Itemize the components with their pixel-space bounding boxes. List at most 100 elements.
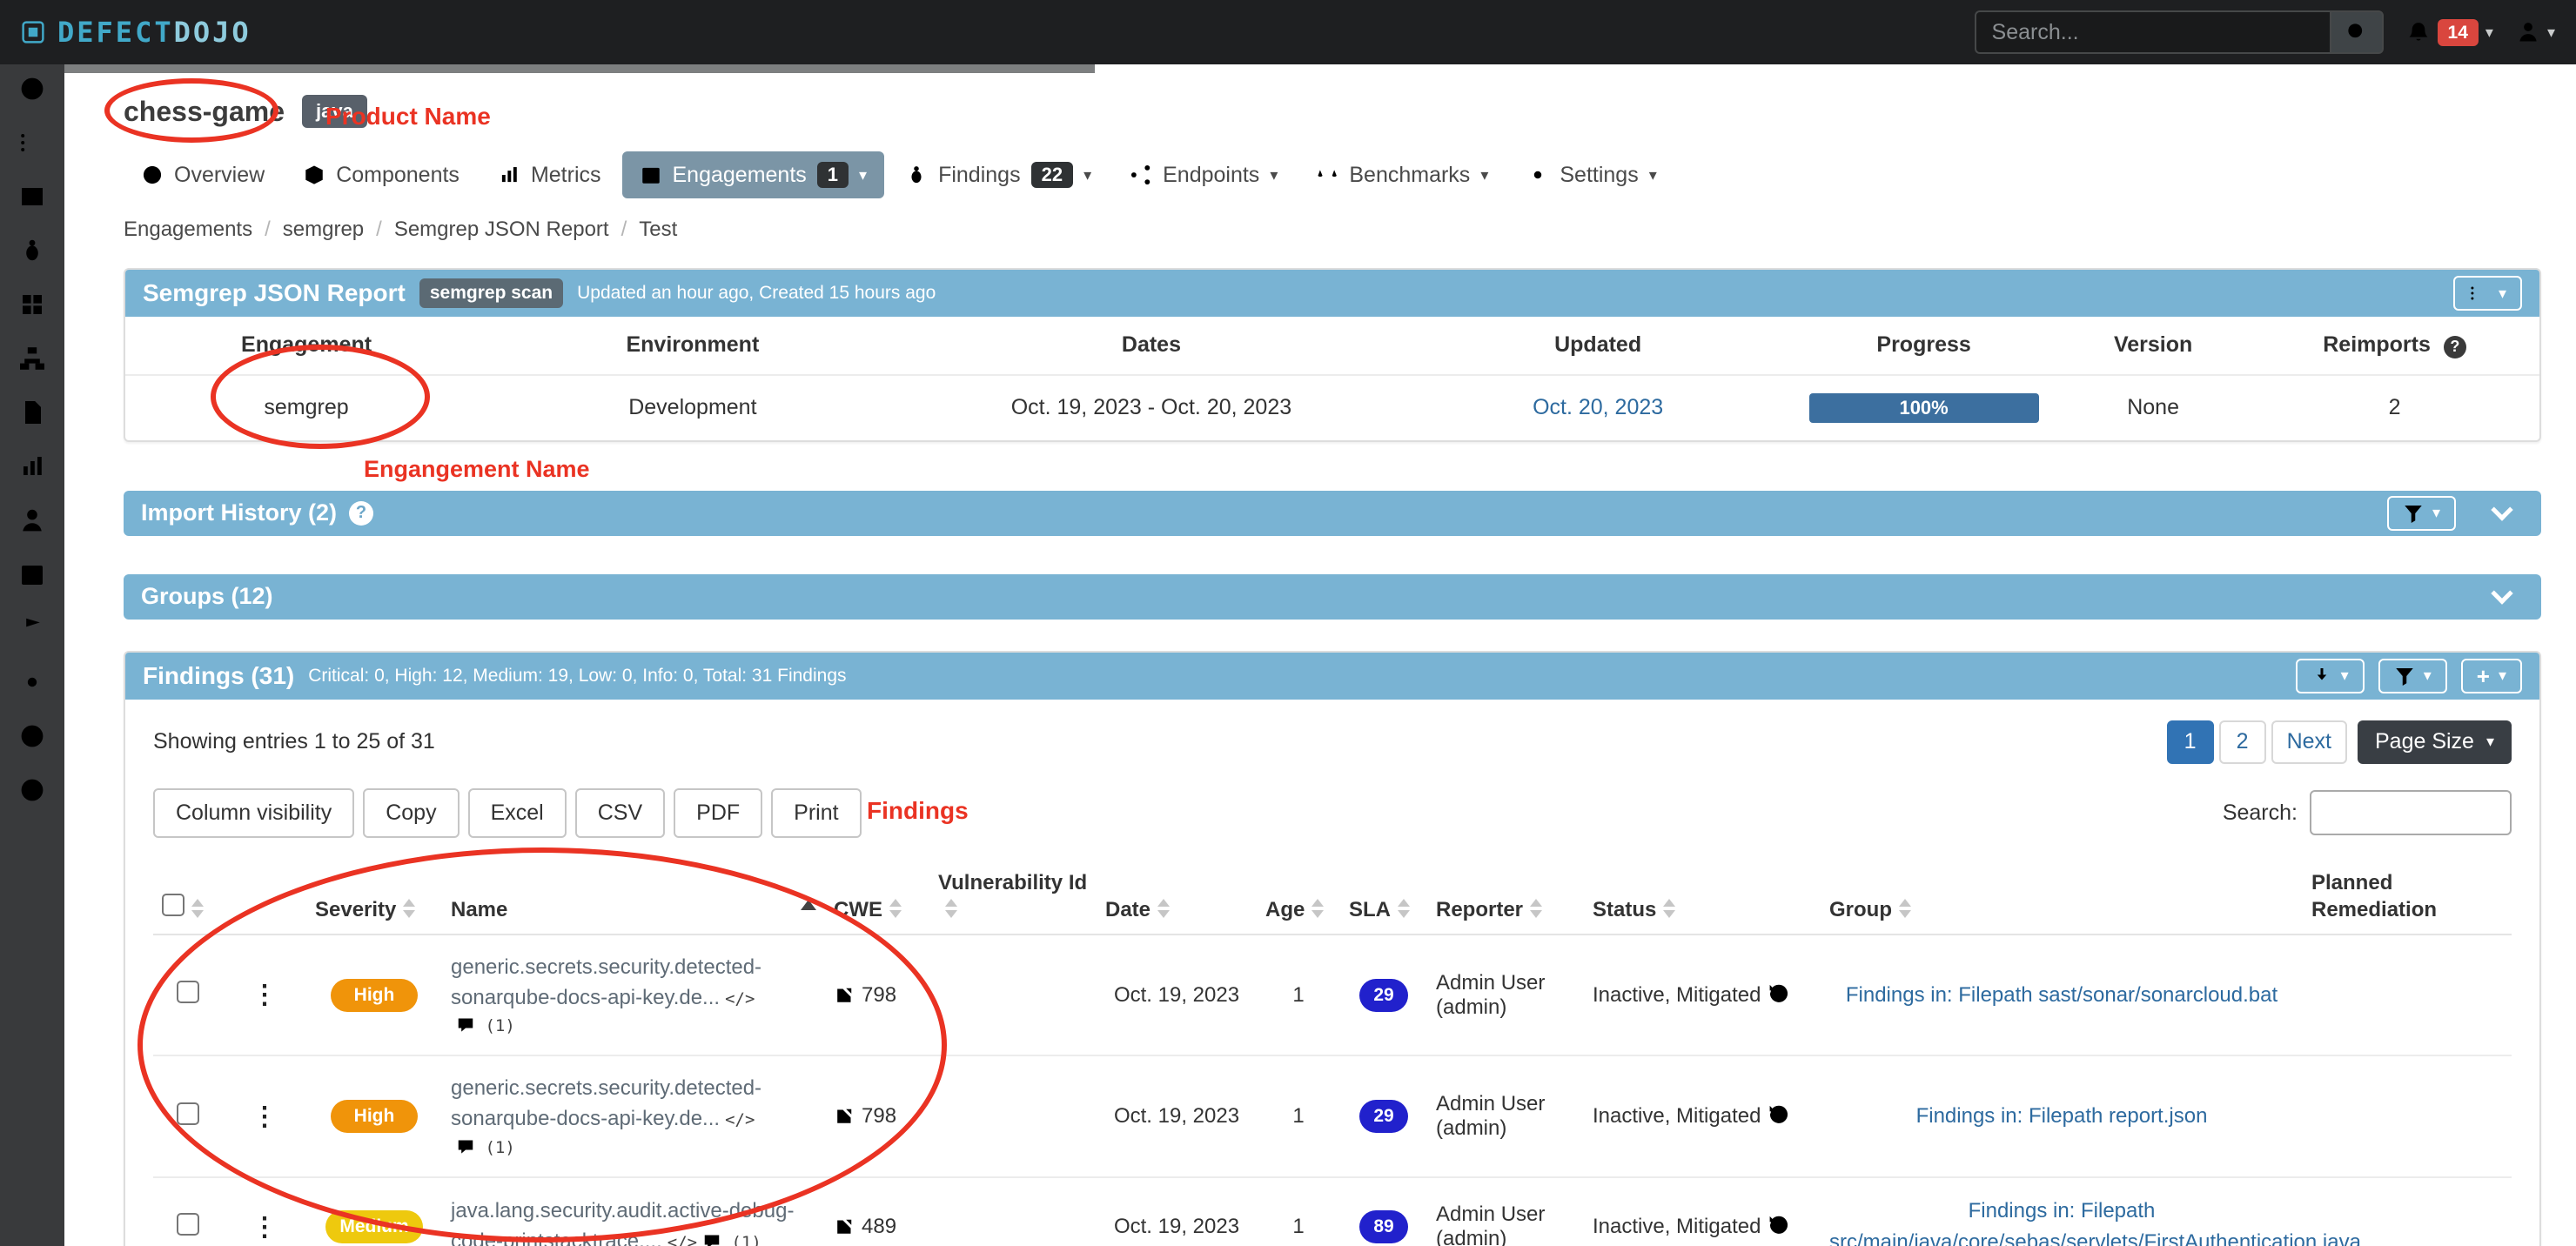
finding-name-link[interactable]: generic.secrets.security.detected-sonarq… <box>451 1076 761 1130</box>
findings-filter-button[interactable]: ▾ <box>2378 659 2447 693</box>
group-link[interactable]: Findings in: Filepath report.json <box>1829 1101 2294 1132</box>
findings-download-button[interactable]: ▾ <box>2296 659 2365 693</box>
tab-components[interactable]: Components <box>285 152 477 198</box>
cwe-link[interactable]: 798 <box>834 983 921 1008</box>
scan-type-badge[interactable]: semgrep scan <box>419 278 563 308</box>
updated-link[interactable]: Oct. 20, 2023 <box>1533 395 1663 419</box>
breadcrumb-semgrep[interactable]: semgrep <box>283 218 364 242</box>
tab-findings[interactable]: Findings22▾ <box>888 151 1109 198</box>
sidebar-item-dashboard[interactable] <box>17 73 48 104</box>
findings-icon <box>905 164 928 186</box>
panel-menu-button[interactable]: ▾ <box>2453 276 2522 311</box>
col-severity[interactable]: Severity <box>306 859 442 934</box>
chevron-down-icon[interactable] <box>2491 582 2512 604</box>
sidebar-item-metrics[interactable] <box>17 451 48 482</box>
row-checkbox[interactable] <box>177 1213 199 1236</box>
notification-count-badge: 14 <box>2438 19 2479 46</box>
product-tag-badge[interactable]: java <box>302 95 367 128</box>
row-actions-menu[interactable]: ⋮ <box>252 1102 278 1131</box>
sidebar-item-calendar[interactable] <box>17 559 48 590</box>
import-history-help-icon[interactable]: ? <box>349 501 373 526</box>
sidebar-item-endpoints[interactable] <box>17 343 48 374</box>
findings-add-button[interactable]: + ▾ <box>2461 659 2522 693</box>
sidebar-item-products[interactable] <box>17 127 48 158</box>
sidebar-item-benchmarks[interactable] <box>17 613 48 644</box>
copy-button[interactable]: Copy <box>363 788 459 838</box>
sidebar-item-logout[interactable] <box>17 774 48 806</box>
tab-benchmarks[interactable]: Benchmarks▾ <box>1298 152 1506 198</box>
row-actions-menu[interactable]: ⋮ <box>252 981 278 1009</box>
page-2-button[interactable]: 2 <box>2219 720 2266 764</box>
row-checkbox[interactable] <box>177 1102 199 1125</box>
sidebar-item-support[interactable] <box>17 720 48 752</box>
dates-cell: Oct. 19, 2023 - Oct. 20, 2023 <box>898 375 1405 440</box>
history-icon <box>1768 1104 1790 1128</box>
notifications-menu[interactable]: 14 ▾ <box>2406 19 2493 46</box>
user-menu[interactable]: ▾ <box>2516 20 2555 44</box>
breadcrumb-report[interactable]: Semgrep JSON Report <box>394 218 609 242</box>
finding-row: ⋮ High generic.secrets.security.detected… <box>153 1055 2512 1177</box>
tab-metrics[interactable]: Metrics <box>480 152 619 198</box>
planned-remediation-cell <box>2303 1055 2512 1177</box>
print-button[interactable]: Print <box>771 788 861 838</box>
col-age[interactable]: Age <box>1257 859 1340 934</box>
table-search-input[interactable] <box>2310 790 2512 835</box>
sidebar-item-configuration[interactable] <box>17 667 48 698</box>
col-planned-remediation[interactable]: Planned Remediation <box>2303 859 2512 934</box>
gear-icon <box>18 668 46 696</box>
global-search <box>1975 10 2384 54</box>
reimports-help-icon[interactable]: ? <box>2444 336 2466 358</box>
col-sla[interactable]: SLA <box>1340 859 1427 934</box>
col-cwe[interactable]: CWE <box>825 859 929 934</box>
breadcrumb-test[interactable]: Test <box>639 218 677 242</box>
row-actions-menu[interactable]: ⋮ <box>252 1213 278 1242</box>
sidebar-item-components[interactable] <box>17 289 48 320</box>
global-search-input[interactable] <box>1975 10 2330 54</box>
col-vulnerability-id[interactable]: Vulnerability Id <box>929 859 1097 934</box>
page-1-button[interactable]: 1 <box>2167 720 2214 764</box>
excel-button[interactable]: Excel <box>468 788 567 838</box>
defectdojo-logo[interactable]: DEFECTDOJO <box>21 16 252 49</box>
group-link[interactable]: Findings in: Filepath sast/sonar/sonarcl… <box>1829 980 2294 1011</box>
chevron-down-icon: ▾ <box>2432 504 2440 522</box>
breadcrumb: Engagements/ semgrep/ Semgrep JSON Repor… <box>124 218 2541 242</box>
search-button[interactable] <box>2330 10 2384 54</box>
col-reporter[interactable]: Reporter <box>1427 859 1584 934</box>
col-date[interactable]: Date <box>1097 859 1257 934</box>
product-tabs: Overview Components Metrics Engagements1… <box>124 151 2541 198</box>
page-size-button[interactable]: Page Size▾ <box>2358 720 2512 764</box>
group-link[interactable]: Findings in: Filepath src/main/java/core… <box>1829 1196 2294 1246</box>
tab-endpoints[interactable]: Endpoints▾ <box>1112 152 1295 198</box>
main-content: chess-game java Overview Components Metr… <box>64 64 2576 1246</box>
row-checkbox[interactable] <box>177 981 199 1003</box>
tab-engagements[interactable]: Engagements1▾ <box>622 151 885 198</box>
select-all-checkbox[interactable] <box>162 894 184 916</box>
col-engagement: Engagement <box>125 317 487 375</box>
cwe-link[interactable]: 798 <box>834 1104 921 1129</box>
finding-name-link[interactable]: generic.secrets.security.detected-sonarq… <box>451 955 761 1009</box>
col-status[interactable]: Status <box>1584 859 1821 934</box>
engagement-name-cell[interactable]: semgrep <box>125 375 487 440</box>
csv-button[interactable]: CSV <box>575 788 665 838</box>
col-name[interactable]: Name <box>442 859 825 934</box>
sla-badge: 29 <box>1359 1100 1408 1133</box>
sidebar-item-users[interactable] <box>17 505 48 536</box>
date-cell: Oct. 19, 2023 <box>1097 1055 1257 1177</box>
import-history-filter-button[interactable]: ▾ <box>2387 496 2456 531</box>
sidebar-item-reports[interactable] <box>17 397 48 428</box>
tab-overview[interactable]: Overview <box>124 152 282 198</box>
inbox-icon <box>18 183 46 211</box>
sidebar-item-engagements[interactable] <box>17 181 48 212</box>
col-group[interactable]: Group <box>1821 859 2303 934</box>
next-page-button[interactable]: Next <box>2271 720 2347 764</box>
breadcrumb-engagements[interactable]: Engagements <box>124 218 252 242</box>
sidebar-item-findings[interactable] <box>17 235 48 266</box>
sort-icon <box>1663 899 1675 918</box>
chevron-down-icon[interactable] <box>2491 499 2512 520</box>
tab-settings[interactable]: Settings▾ <box>1509 152 1674 198</box>
product-name[interactable]: chess-game <box>124 96 285 128</box>
pdf-button[interactable]: PDF <box>674 788 762 838</box>
column-visibility-button[interactable]: Column visibility <box>153 788 354 838</box>
sort-asc-icon <box>801 900 816 910</box>
cwe-link[interactable]: 489 <box>834 1215 921 1239</box>
